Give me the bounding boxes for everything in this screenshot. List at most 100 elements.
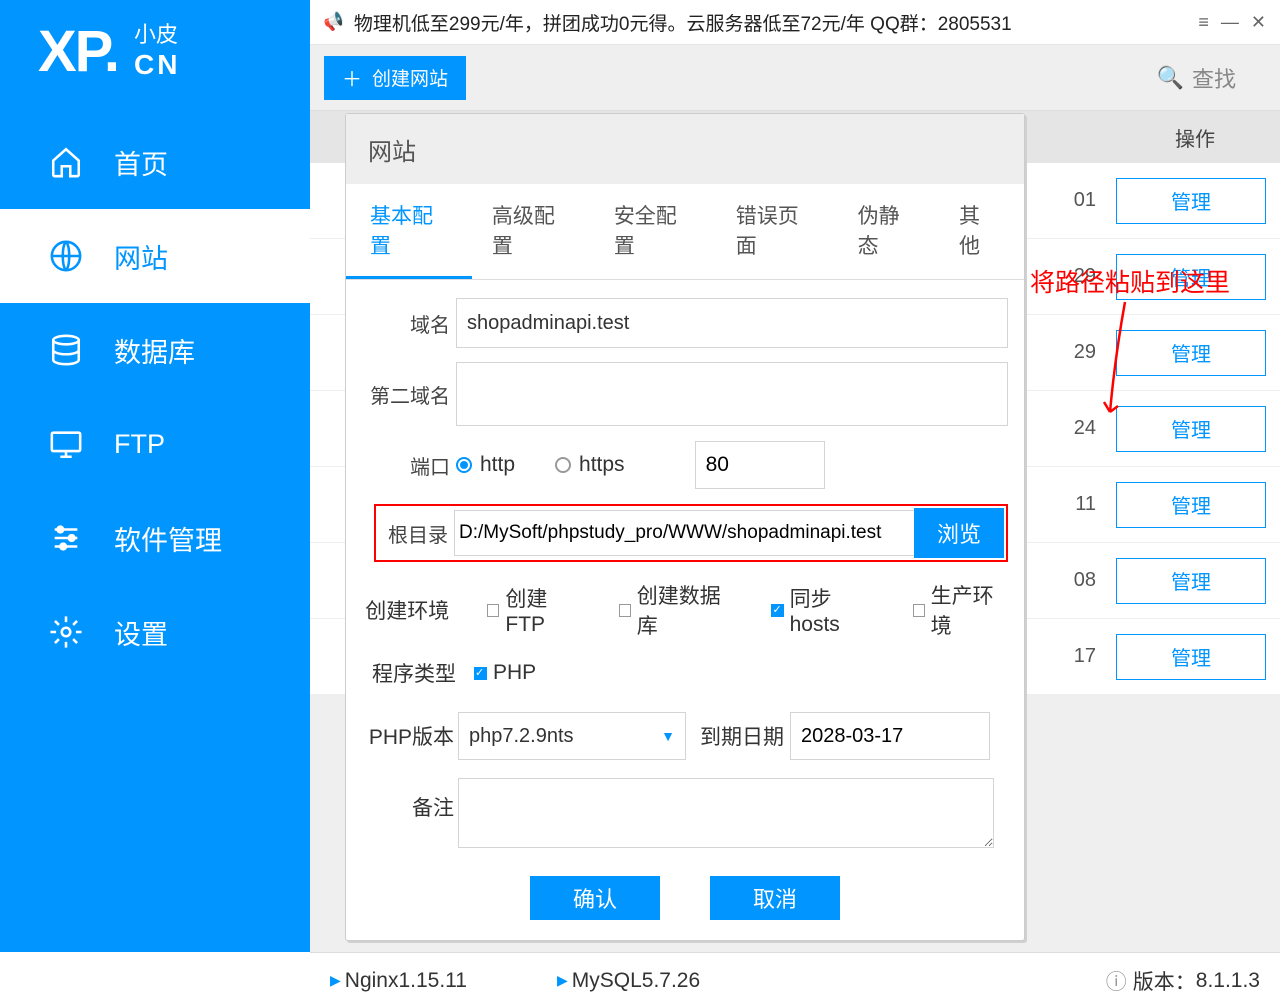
close-icon[interactable]: ✕ bbox=[1251, 12, 1266, 33]
https-radio[interactable]: https bbox=[555, 453, 625, 477]
remark-label: 备注 bbox=[364, 778, 458, 822]
sidebar-item-website[interactable]: 网站 bbox=[0, 209, 310, 303]
php-version-select[interactable]: php7.2.9nts ▼ bbox=[458, 712, 686, 760]
create-ftp-checkbox[interactable]: 创建FTP bbox=[487, 583, 580, 637]
search-button[interactable]: 🔍 查找 bbox=[1157, 62, 1266, 94]
checkbox-icon bbox=[619, 604, 631, 617]
sidebar-item-settings[interactable]: 设置 bbox=[0, 585, 310, 679]
search-icon: 🔍 bbox=[1157, 65, 1184, 91]
menu-icon[interactable]: ≡ bbox=[1198, 12, 1209, 33]
type-label: 程序类型 bbox=[364, 658, 456, 688]
second-domain-label: 第二域名 bbox=[346, 380, 456, 409]
tab-security[interactable]: 安全配置 bbox=[594, 184, 716, 279]
manage-button[interactable]: 管理 bbox=[1116, 254, 1266, 300]
info-icon: ⓘ bbox=[1106, 966, 1127, 996]
manage-button[interactable]: 管理 bbox=[1116, 178, 1266, 224]
domain-input[interactable] bbox=[456, 298, 1008, 348]
toolbar: ＋ 创建网站 🔍 查找 bbox=[310, 45, 1280, 111]
sidebar-item-label: FTP bbox=[114, 429, 165, 460]
sidebar-item-database[interactable]: 数据库 bbox=[0, 303, 310, 397]
confirm-button[interactable]: 确认 bbox=[530, 876, 660, 920]
database-icon bbox=[48, 332, 84, 368]
status-mysql[interactable]: ▶ MySQL5.7.26 bbox=[557, 969, 700, 993]
column-operation: 操作 bbox=[1110, 123, 1280, 152]
manage-button[interactable]: 管理 bbox=[1116, 558, 1266, 604]
announcement-icon: 📢 bbox=[321, 9, 347, 35]
dialog-tabs: 基本配置 高级配置 安全配置 错误页面 伪静态 其他 bbox=[346, 184, 1024, 280]
env-label: 创建环境 bbox=[364, 595, 449, 625]
play-icon: ▶ bbox=[557, 972, 568, 989]
sync-hosts-checkbox[interactable]: 同步hosts bbox=[771, 583, 874, 637]
tab-other[interactable]: 其他 bbox=[939, 184, 1024, 279]
root-input[interactable] bbox=[454, 510, 914, 556]
cancel-button[interactable]: 取消 bbox=[710, 876, 840, 920]
statusbar: ▶ Nginx1.15.11 ▶ MySQL5.7.26 ⓘ 版本： 8.1.1… bbox=[310, 952, 1280, 1008]
php-version-label: PHP版本 bbox=[364, 721, 458, 751]
sidebar-item-label: 首页 bbox=[114, 143, 168, 182]
logo: XP. 小皮 CN bbox=[0, 0, 310, 115]
sidebar-item-label: 设置 bbox=[114, 613, 168, 652]
sidebar-item-label: 网站 bbox=[114, 237, 168, 276]
announcement-text: 物理机低至299元/年，拼团成功0元得。云服务器低至72元/年 QQ群：2805… bbox=[354, 9, 1012, 36]
php-checkbox[interactable]: PHP bbox=[474, 661, 536, 685]
minimize-icon[interactable]: — bbox=[1221, 12, 1239, 33]
content-area: 操作 01 管理 29 管理 29 管理 24 管理 11 管理 bbox=[310, 111, 1280, 952]
row-date: 01 bbox=[1074, 189, 1106, 212]
domain-label: 域名 bbox=[346, 309, 456, 338]
sliders-icon bbox=[48, 520, 84, 556]
home-icon bbox=[48, 144, 84, 180]
checkbox-icon bbox=[771, 604, 783, 617]
second-domain-input[interactable] bbox=[456, 362, 1008, 426]
main-area: 📢 物理机低至299元/年，拼团成功0元得。云服务器低至72元/年 QQ群：28… bbox=[310, 0, 1280, 952]
expiry-label: 到期日期 bbox=[700, 721, 784, 751]
tab-rewrite[interactable]: 伪静态 bbox=[838, 184, 939, 279]
expiry-input[interactable] bbox=[790, 712, 990, 760]
radio-icon bbox=[456, 457, 472, 473]
manage-button[interactable]: 管理 bbox=[1116, 634, 1266, 680]
remark-input[interactable] bbox=[458, 778, 994, 848]
gear-icon bbox=[48, 614, 84, 650]
dialog-form: 域名 第二域名 端口 http https 根目录 bbox=[346, 280, 1024, 864]
port-label: 端口 bbox=[346, 451, 456, 480]
plus-icon: ＋ bbox=[342, 63, 362, 92]
logo-cn: CN bbox=[134, 48, 180, 82]
chevron-down-icon: ▼ bbox=[661, 728, 675, 744]
row-date: 17 bbox=[1074, 645, 1106, 668]
tab-basic[interactable]: 基本配置 bbox=[346, 184, 472, 279]
dialog-title: 网站 bbox=[346, 114, 1024, 184]
monitor-icon bbox=[48, 426, 84, 462]
manage-button[interactable]: 管理 bbox=[1116, 482, 1266, 528]
row-date: 24 bbox=[1074, 417, 1106, 440]
root-label: 根目录 bbox=[378, 519, 454, 548]
sidebar-item-label: 数据库 bbox=[114, 331, 195, 370]
manage-button[interactable]: 管理 bbox=[1116, 330, 1266, 376]
tab-error[interactable]: 错误页面 bbox=[716, 184, 838, 279]
version-info: ⓘ 版本： 8.1.1.3 bbox=[1106, 966, 1260, 996]
logo-small: 小皮 bbox=[134, 22, 180, 48]
checkbox-icon bbox=[487, 604, 499, 617]
browse-button[interactable]: 浏览 bbox=[914, 508, 1004, 558]
window-controls: ≡ — ✕ bbox=[1198, 12, 1266, 33]
manage-button[interactable]: 管理 bbox=[1116, 406, 1266, 452]
prod-env-checkbox[interactable]: 生产环境 bbox=[913, 580, 1008, 640]
globe-icon bbox=[48, 238, 84, 274]
website-dialog: 网站 基本配置 高级配置 安全配置 错误页面 伪静态 其他 域名 第二域名 bbox=[345, 113, 1025, 941]
port-input[interactable] bbox=[695, 441, 825, 489]
status-nginx[interactable]: ▶ Nginx1.15.11 bbox=[330, 969, 467, 993]
play-icon: ▶ bbox=[330, 972, 341, 989]
create-db-checkbox[interactable]: 创建数据库 bbox=[619, 580, 734, 640]
row-date: 29 bbox=[1074, 341, 1106, 364]
sidebar-item-software[interactable]: 软件管理 bbox=[0, 491, 310, 585]
sidebar-item-ftp[interactable]: FTP bbox=[0, 397, 310, 491]
create-website-button[interactable]: ＋ 创建网站 bbox=[324, 56, 466, 100]
radio-icon bbox=[555, 457, 571, 473]
sidebar: XP. 小皮 CN 首页 网站 数据库 FTP 软件管理 设置 bbox=[0, 0, 310, 952]
checkbox-icon bbox=[913, 604, 925, 617]
row-date: 29 bbox=[1074, 265, 1106, 288]
http-radio[interactable]: http bbox=[456, 453, 515, 477]
sidebar-item-home[interactable]: 首页 bbox=[0, 115, 310, 209]
search-label: 查找 bbox=[1192, 62, 1236, 94]
checkbox-icon bbox=[474, 667, 487, 680]
tab-advanced[interactable]: 高级配置 bbox=[472, 184, 594, 279]
create-button-label: 创建网站 bbox=[372, 64, 448, 91]
